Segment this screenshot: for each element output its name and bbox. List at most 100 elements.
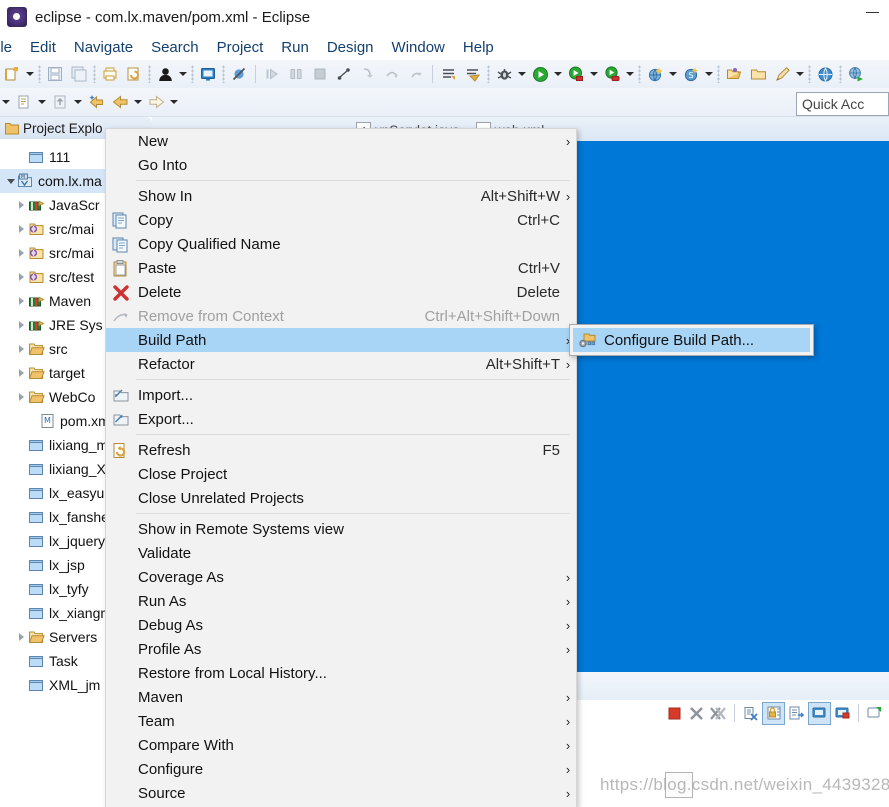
save-all-icon[interactable] <box>68 63 90 85</box>
menu-item-close-project[interactable]: Close Project <box>106 462 576 486</box>
menu-item-show-in-remote-systems-view[interactable]: Show in Remote Systems view <box>106 517 576 541</box>
menu-item-profile-as[interactable]: Profile As › <box>106 637 576 661</box>
chevron-right-icon[interactable] <box>15 625 28 649</box>
new-xml-element-icon[interactable] <box>438 63 460 85</box>
new-wizard-dropdown-icon[interactable] <box>24 63 36 85</box>
run-on-server-icon[interactable] <box>845 63 867 85</box>
terminate-button[interactable] <box>664 703 685 724</box>
menu-item-show-in[interactable]: Show In Alt+Shift+W › <box>106 184 576 208</box>
menu-design[interactable]: Design <box>318 37 383 58</box>
toolbar-overflow-icon[interactable] <box>0 91 12 113</box>
toggle-markup-icon[interactable] <box>771 63 793 85</box>
step-return-icon[interactable] <box>405 63 427 85</box>
open-type-icon[interactable] <box>723 63 745 85</box>
resume-icon[interactable] <box>261 63 283 85</box>
disconnect-icon[interactable] <box>333 63 355 85</box>
chevron-down-icon[interactable] <box>4 169 17 193</box>
menu-item-configure[interactable]: Configure › <box>106 757 576 781</box>
build-path-submenu[interactable]: Configure Build Path... <box>569 324 814 356</box>
chevron-right-icon[interactable] <box>15 361 28 385</box>
menu-run[interactable]: Run <box>272 37 318 58</box>
menu-item-copy[interactable]: Copy Ctrl+C <box>106 208 576 232</box>
run-server-alt-dropdown-icon[interactable] <box>624 63 636 85</box>
chevron-right-icon[interactable] <box>15 241 28 265</box>
chevron-right-icon[interactable] <box>15 289 28 313</box>
menu-item-maven[interactable]: Maven › <box>106 685 576 709</box>
open-resource-icon[interactable] <box>747 63 769 85</box>
run-server-icon[interactable] <box>565 63 587 85</box>
annotation-next-dropdown-icon[interactable] <box>36 91 48 113</box>
menu-help[interactable]: Help <box>454 37 503 58</box>
menu-item-debug-as[interactable]: Debug As › <box>106 613 576 637</box>
menu-item-refresh[interactable]: Refresh F5 <box>106 438 576 462</box>
menu-item-delete[interactable]: Delete Delete <box>106 280 576 304</box>
minimize-button[interactable] <box>866 12 879 13</box>
toggle-markup-dropdown-icon[interactable] <box>794 63 806 85</box>
chevron-right-icon[interactable] <box>15 217 28 241</box>
chevron-right-icon[interactable] <box>15 193 28 217</box>
debug-bug-icon[interactable] <box>493 63 515 85</box>
quick-access-input[interactable]: Quick Acc <box>796 92 889 116</box>
menu-item-close-unrelated-projects[interactable]: Close Unrelated Projects <box>106 486 576 510</box>
menu-item-build-path[interactable]: Build Path › <box>106 328 576 352</box>
back-icon[interactable] <box>109 91 131 113</box>
remove-all-terminated-button[interactable] <box>708 703 729 724</box>
back-dropdown-icon[interactable] <box>132 91 144 113</box>
print-icon[interactable] <box>99 63 121 85</box>
menu-item-validate[interactable]: Validate <box>106 541 576 565</box>
context-menu[interactable]: New › Go Into Show In Alt+Shift+W › Copy Ctrl+C… <box>105 128 577 807</box>
menu-item-configure-build-path[interactable]: Configure Build Path... <box>573 328 810 352</box>
run-server-alt-icon[interactable] <box>601 63 623 85</box>
open-console-button[interactable] <box>864 703 885 724</box>
suspend-icon[interactable] <box>285 63 307 85</box>
last-edit-dropdown-icon[interactable] <box>72 91 84 113</box>
scroll-lock-button[interactable] <box>762 701 785 725</box>
forward-dropdown-icon[interactable] <box>168 91 180 113</box>
new-web-project-dropdown-icon[interactable] <box>667 63 679 85</box>
search-struts-dropdown-icon[interactable] <box>703 63 715 85</box>
last-edit-location-icon[interactable] <box>49 91 71 113</box>
menu-project[interactable]: Project <box>208 37 273 58</box>
menu-item-copy-qualified-name[interactable]: Copy Qualified Name <box>106 232 576 256</box>
menu-item-export[interactable]: Export... <box>106 407 576 431</box>
menu-file[interactable]: ile <box>0 37 21 58</box>
step-into-icon[interactable] <box>357 63 379 85</box>
menu-item-refactor[interactable]: Refactor Alt+Shift+T › <box>106 352 576 376</box>
chevron-right-icon[interactable] <box>15 313 28 337</box>
open-console-toolbar-icon[interactable] <box>197 63 219 85</box>
new-wizard-icon[interactable] <box>1 63 23 85</box>
debug-dropdown-icon[interactable] <box>516 63 528 85</box>
annotation-next-icon[interactable] <box>13 91 35 113</box>
run-dropdown-icon[interactable] <box>552 63 564 85</box>
remove-launch-button[interactable] <box>686 703 707 724</box>
word-wrap-button[interactable] <box>786 703 807 724</box>
chevron-right-icon[interactable] <box>15 337 28 361</box>
chevron-right-icon[interactable] <box>15 385 28 409</box>
step-over-icon[interactable] <box>381 63 403 85</box>
menu-item-paste[interactable]: Paste Ctrl+V <box>106 256 576 280</box>
chevron-right-icon[interactable] <box>15 265 28 289</box>
menu-item-source[interactable]: Source › <box>106 781 576 805</box>
display-selected-console-button[interactable] <box>832 703 853 724</box>
run-icon[interactable] <box>529 63 551 85</box>
refresh-toolbar-icon[interactable] <box>123 63 145 85</box>
menu-item-compare-with[interactable]: Compare With › <box>106 733 576 757</box>
back-star-icon[interactable] <box>85 91 107 113</box>
skip-breakpoints-icon[interactable] <box>228 63 250 85</box>
menu-item-run-as[interactable]: Run As › <box>106 589 576 613</box>
clear-console-button[interactable] <box>740 703 761 724</box>
menu-item-new[interactable]: New › <box>106 129 576 153</box>
terminate-toolbar-icon[interactable] <box>309 63 331 85</box>
pin-console-button[interactable] <box>808 701 831 725</box>
web-browser-icon[interactable] <box>814 63 836 85</box>
menu-item-team[interactable]: Team › <box>106 709 576 733</box>
forward-icon[interactable] <box>145 91 167 113</box>
menu-navigate[interactable]: Navigate <box>65 37 142 58</box>
menu-item-import[interactable]: Import... <box>106 383 576 407</box>
user-profile-dropdown-icon[interactable] <box>177 63 189 85</box>
menu-item-restore-from-local-history[interactable]: Restore from Local History... <box>106 661 576 685</box>
menu-item-go-into[interactable]: Go Into <box>106 153 576 177</box>
new-web-project-icon[interactable] <box>644 63 666 85</box>
menu-window[interactable]: Window <box>383 37 454 58</box>
run-server-dropdown-icon[interactable] <box>588 63 600 85</box>
